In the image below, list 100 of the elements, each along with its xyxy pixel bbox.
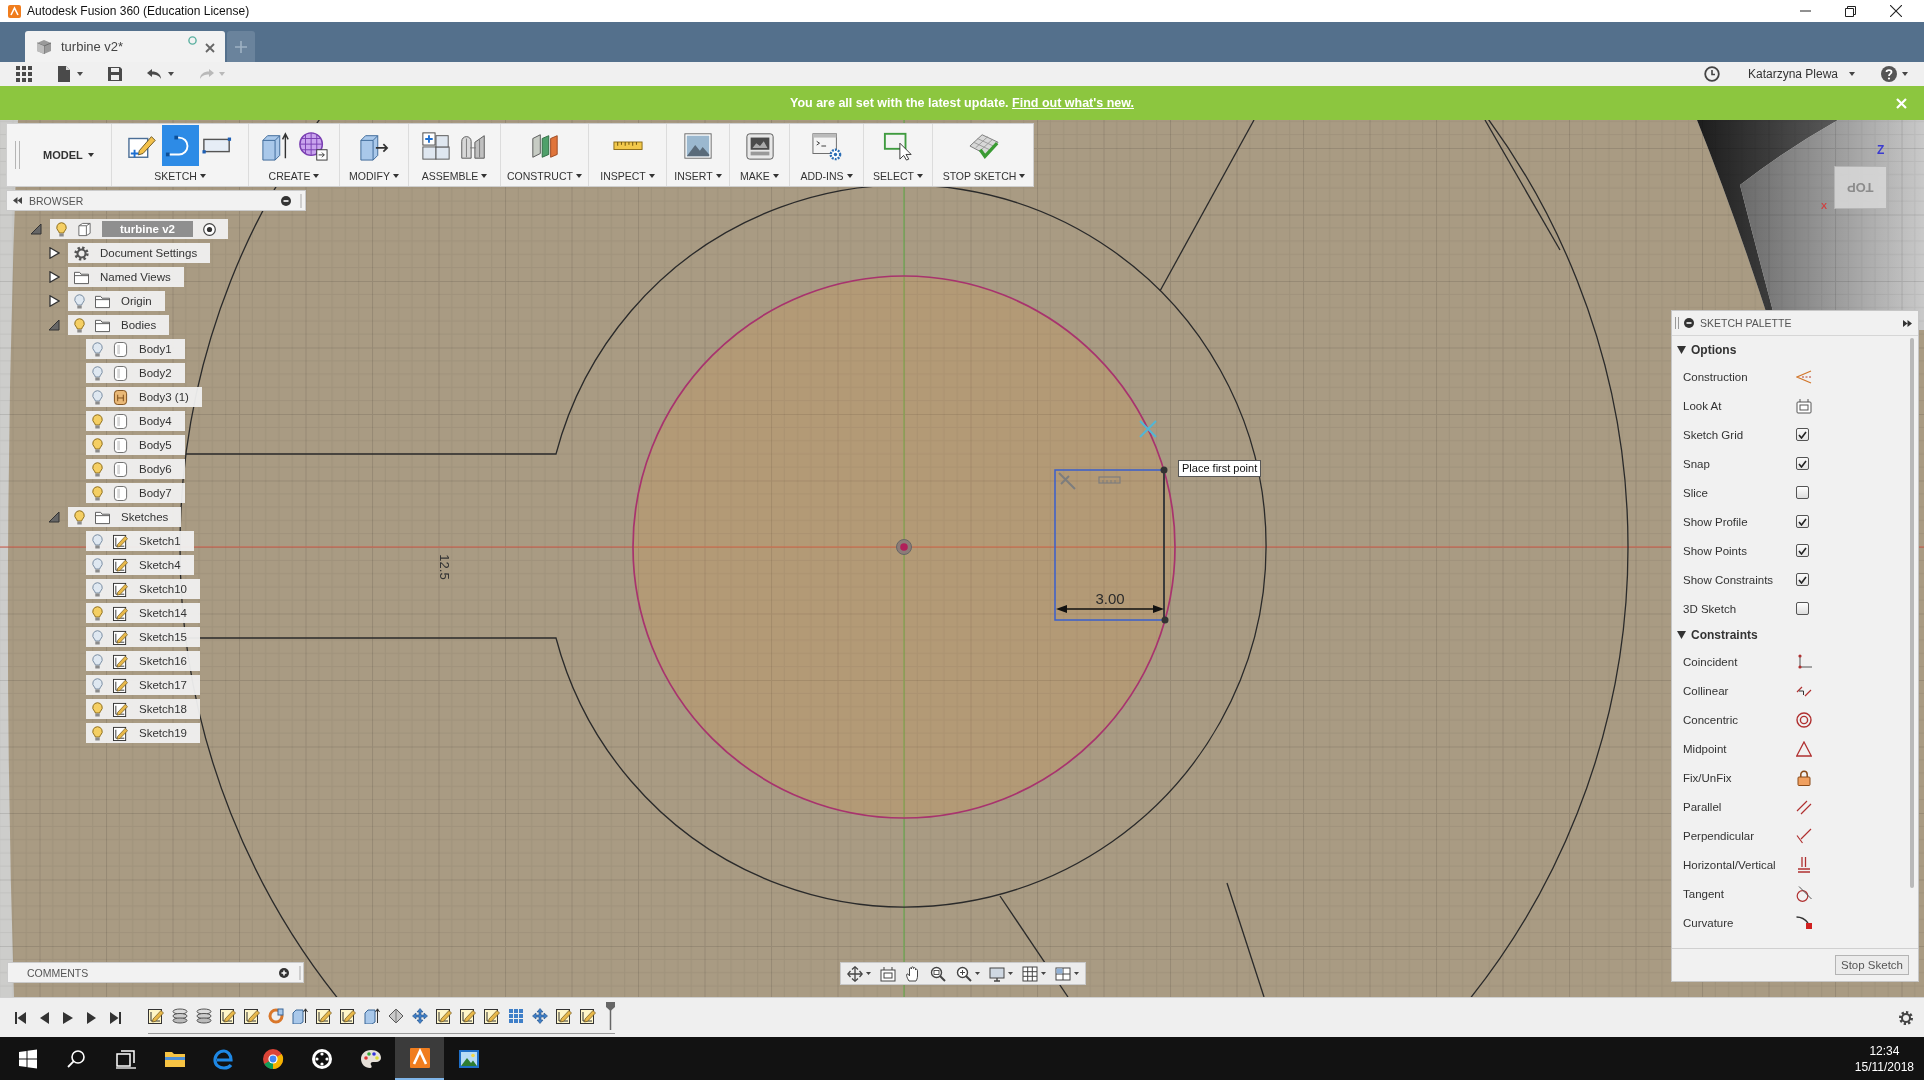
zoom-in-icon[interactable] [955, 965, 972, 982]
swirl-icon[interactable] [212, 1047, 235, 1070]
minus-circle-icon[interactable] [1684, 318, 1694, 328]
light-bulb-icon[interactable] [92, 701, 103, 717]
palette-icon[interactable] [359, 1047, 382, 1070]
pencil-sheet-icon[interactable] [220, 1007, 236, 1024]
tree-item[interactable]: Body2 [86, 363, 185, 383]
light-bulb-icon[interactable] [92, 653, 103, 669]
light-bulb-icon[interactable] [92, 437, 103, 453]
segmented-circle-icon[interactable] [261, 1047, 284, 1070]
dropdown-label[interactable]: SKETCH [154, 170, 206, 182]
checkbox[interactable] [1796, 602, 1809, 615]
circle-line-icon[interactable] [1796, 885, 1812, 902]
caret-icon[interactable] [1007, 972, 1013, 975]
restore-icon[interactable] [1845, 5, 1856, 17]
tree-item[interactable]: Body3 (1) [86, 387, 202, 407]
tree-item[interactable]: Body1 [86, 339, 185, 359]
stop-sketch-button[interactable]: Stop Sketch [1835, 955, 1909, 975]
checkbox[interactable] [1796, 573, 1809, 586]
tree-item[interactable]: Sketch10 [86, 579, 200, 599]
pencil-sheet-icon[interactable] [460, 1007, 476, 1024]
magnifier-box-icon[interactable] [930, 965, 947, 982]
dropdown-label[interactable]: MAKE [740, 170, 779, 182]
light-bulb-icon[interactable] [92, 581, 103, 597]
sketch-line[interactable] [1226, 882, 1265, 997]
dropdown-label[interactable]: CREATE [268, 170, 320, 182]
minus-circle-icon[interactable] [281, 195, 291, 206]
diamond-icon[interactable] [388, 1007, 404, 1024]
four-arrows-icon[interactable] [532, 1007, 548, 1024]
curve-square-icon[interactable] [1796, 914, 1812, 931]
tree-item[interactable]: Sketches [68, 507, 182, 527]
light-bulb-icon[interactable] [92, 629, 103, 645]
light-bulb-icon[interactable] [74, 317, 85, 333]
step-back-icon[interactable] [40, 1011, 49, 1024]
tree-item[interactable]: Body7 [86, 483, 185, 503]
frame-box-icon[interactable] [1796, 397, 1812, 414]
dropdown-label[interactable]: SELECT [873, 170, 923, 182]
checkbox[interactable] [1796, 486, 1809, 499]
tree-item[interactable]: Sketch16 [86, 651, 200, 671]
caret-icon[interactable] [1074, 972, 1079, 975]
tree-item[interactable]: Named Views [68, 267, 184, 287]
skip-start-icon[interactable] [15, 1011, 26, 1024]
workspace-menu[interactable]: MODEL [43, 149, 94, 161]
light-bulb-icon[interactable] [92, 485, 103, 501]
pencil-sheet-icon[interactable] [484, 1007, 500, 1024]
grid-icon[interactable] [1021, 965, 1038, 982]
document-icon[interactable] [56, 66, 72, 82]
dimension-value[interactable]: 3.00 [1095, 590, 1125, 607]
triangle-icon[interactable] [48, 247, 60, 259]
dropdown-label[interactable]: INSPECT [600, 170, 655, 182]
four-arrows-icon[interactable] [412, 1007, 428, 1024]
tree-item[interactable]: Origin [68, 291, 165, 311]
checkbox[interactable] [1796, 515, 1809, 528]
grip-icon[interactable] [1675, 317, 1679, 329]
dropdown-label[interactable]: ADD-INS [800, 170, 853, 182]
caret-icon[interactable] [866, 972, 871, 975]
caret-icon[interactable] [974, 972, 980, 975]
search-icon[interactable] [65, 1047, 88, 1070]
caret-icon[interactable] [77, 72, 83, 76]
checkbox[interactable] [1796, 457, 1809, 470]
light-bulb-icon[interactable] [92, 677, 103, 693]
sketch-line[interactable] [1484, 120, 1561, 251]
pencil-sheet-icon[interactable] [580, 1007, 596, 1024]
light-bulb-icon[interactable] [92, 413, 103, 429]
dropdown-label[interactable]: MODIFY [349, 170, 399, 182]
pencil-sheet-icon[interactable] [436, 1007, 452, 1024]
concentric-circles-icon[interactable] [1796, 711, 1812, 728]
light-bulb-icon[interactable] [92, 365, 103, 381]
tree-item[interactable]: Sketch19 [86, 723, 200, 743]
four-arrows-icon[interactable] [847, 965, 863, 982]
bars-icon[interactable] [1796, 856, 1812, 873]
ring-box-icon[interactable] [268, 1007, 284, 1024]
tree-item[interactable]: Sketch14 [86, 603, 200, 623]
double-arrow-icon[interactable] [1903, 319, 1912, 327]
caret-icon[interactable] [1902, 72, 1908, 76]
grid-icon[interactable] [16, 66, 32, 82]
pencil-sheet-icon[interactable] [556, 1007, 572, 1024]
clock-icon[interactable] [1703, 66, 1720, 82]
pencil-sheet-icon[interactable] [316, 1007, 332, 1024]
ring-dots-icon[interactable] [310, 1047, 333, 1070]
help-icon[interactable] [1881, 66, 1897, 82]
caret-icon[interactable] [1040, 972, 1046, 975]
viewport[interactable] [0, 120, 1924, 997]
section-header[interactable]: Constraints [1672, 623, 1758, 647]
plus-circle-icon[interactable] [279, 967, 289, 978]
tree-item[interactable]: Bodies [68, 315, 170, 335]
sketch-point[interactable] [1160, 466, 1168, 474]
tree-item[interactable]: Sketch15 [86, 627, 200, 647]
pencil-sheet-icon[interactable] [340, 1007, 356, 1024]
light-bulb-icon[interactable] [92, 389, 103, 405]
checkbox[interactable] [1796, 544, 1809, 557]
light-bulb-icon[interactable] [74, 293, 85, 309]
grid-squares-icon[interactable] [508, 1007, 524, 1024]
light-bulb-icon[interactable] [92, 557, 103, 573]
box-arrow-up-icon[interactable] [292, 1007, 308, 1024]
settings-icon[interactable] [1899, 1010, 1913, 1025]
light-bulb-icon[interactable] [92, 605, 103, 621]
perpendicular-lines-icon[interactable] [1796, 827, 1812, 844]
scrollbar-thumb[interactable] [1910, 338, 1914, 888]
parallel-lines-icon[interactable] [1796, 798, 1812, 815]
